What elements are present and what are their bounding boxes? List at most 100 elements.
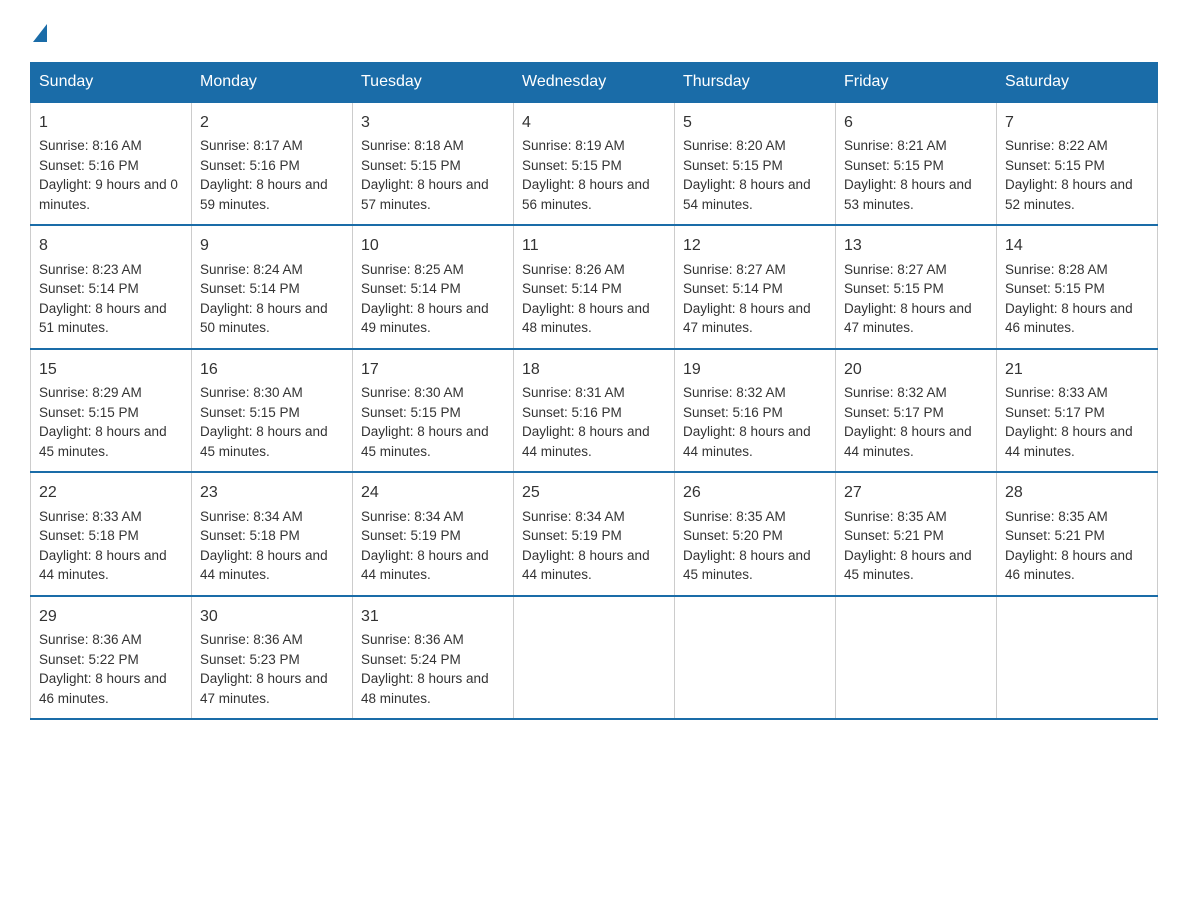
daylight-label: Daylight: 9 hours and 0 minutes. bbox=[39, 177, 178, 212]
day-number: 29 bbox=[39, 605, 183, 628]
day-number: 26 bbox=[683, 481, 827, 504]
sunset-label: Sunset: 5:15 PM bbox=[361, 158, 461, 173]
calendar-cell: 16Sunrise: 8:30 AMSunset: 5:15 PMDayligh… bbox=[192, 349, 353, 472]
daylight-label: Daylight: 8 hours and 46 minutes. bbox=[1005, 548, 1133, 583]
sunset-label: Sunset: 5:17 PM bbox=[1005, 405, 1105, 420]
sunset-label: Sunset: 5:15 PM bbox=[844, 281, 944, 296]
calendar-week-row: 8 Sunrise: 8:23 AM Sunset: 5:14 PM Daylight… bbox=[31, 225, 1158, 348]
sunset-label: Sunset: 5:16 PM bbox=[39, 158, 139, 173]
sunset-label: Sunset: 5:16 PM bbox=[200, 158, 300, 173]
calendar-cell: 28Sunrise: 8:35 AMSunset: 5:21 PMDayligh… bbox=[997, 472, 1158, 595]
page-header bbox=[30, 20, 1158, 42]
sunrise-label: Sunrise: 8:24 AM bbox=[200, 262, 303, 277]
calendar-cell: 27Sunrise: 8:35 AMSunset: 5:21 PMDayligh… bbox=[836, 472, 997, 595]
sunset-label: Sunset: 5:18 PM bbox=[200, 528, 300, 543]
sunrise-label: Sunrise: 8:18 AM bbox=[361, 138, 464, 153]
calendar-cell: 13Sunrise: 8:27 AMSunset: 5:15 PMDayligh… bbox=[836, 225, 997, 348]
daylight-label: Daylight: 8 hours and 49 minutes. bbox=[361, 301, 489, 336]
day-number: 12 bbox=[683, 234, 827, 257]
sunset-label: Sunset: 5:22 PM bbox=[39, 652, 139, 667]
day-number: 25 bbox=[522, 481, 666, 504]
sunset-label: Sunset: 5:18 PM bbox=[39, 528, 139, 543]
day-header-thursday: Thursday bbox=[675, 63, 836, 103]
daylight-label: Daylight: 8 hours and 47 minutes. bbox=[683, 301, 811, 336]
sunset-label: Sunset: 5:14 PM bbox=[200, 281, 300, 296]
daylight-label: Daylight: 8 hours and 44 minutes. bbox=[39, 548, 167, 583]
sunset-label: Sunset: 5:14 PM bbox=[522, 281, 622, 296]
daylight-label: Daylight: 8 hours and 44 minutes. bbox=[683, 424, 811, 459]
daylight-label: Daylight: 8 hours and 44 minutes. bbox=[522, 424, 650, 459]
sunrise-label: Sunrise: 8:32 AM bbox=[844, 385, 947, 400]
sunrise-label: Sunrise: 8:17 AM bbox=[200, 138, 303, 153]
calendar-cell: 30Sunrise: 8:36 AMSunset: 5:23 PMDayligh… bbox=[192, 596, 353, 719]
sunset-label: Sunset: 5:21 PM bbox=[844, 528, 944, 543]
day-number: 2 bbox=[200, 111, 344, 134]
day-number: 11 bbox=[522, 234, 666, 257]
sunset-label: Sunset: 5:23 PM bbox=[200, 652, 300, 667]
calendar-cell: 10Sunrise: 8:25 AMSunset: 5:14 PMDayligh… bbox=[353, 225, 514, 348]
daylight-label: Daylight: 8 hours and 54 minutes. bbox=[683, 177, 811, 212]
sunrise-label: Sunrise: 8:36 AM bbox=[200, 632, 303, 647]
daylight-label: Daylight: 8 hours and 50 minutes. bbox=[200, 301, 328, 336]
daylight-label: Daylight: 8 hours and 52 minutes. bbox=[1005, 177, 1133, 212]
calendar-cell: 12Sunrise: 8:27 AMSunset: 5:14 PMDayligh… bbox=[675, 225, 836, 348]
calendar-cell: 21Sunrise: 8:33 AMSunset: 5:17 PMDayligh… bbox=[997, 349, 1158, 472]
calendar-cell: 8 Sunrise: 8:23 AM Sunset: 5:14 PM Daylight… bbox=[31, 225, 192, 348]
calendar-cell bbox=[514, 596, 675, 719]
calendar-cell: 2 Sunrise: 8:17 AM Sunset: 5:16 PM Daylight… bbox=[192, 102, 353, 225]
daylight-label: Daylight: 8 hours and 45 minutes. bbox=[361, 424, 489, 459]
day-header-tuesday: Tuesday bbox=[353, 63, 514, 103]
sunset-label: Sunset: 5:15 PM bbox=[1005, 281, 1105, 296]
daylight-label: Daylight: 8 hours and 44 minutes. bbox=[200, 548, 328, 583]
day-number: 24 bbox=[361, 481, 505, 504]
calendar-cell: 24Sunrise: 8:34 AMSunset: 5:19 PMDayligh… bbox=[353, 472, 514, 595]
sunset-label: Sunset: 5:21 PM bbox=[1005, 528, 1105, 543]
sunrise-label: Sunrise: 8:21 AM bbox=[844, 138, 947, 153]
calendar-cell bbox=[997, 596, 1158, 719]
daylight-label: Daylight: 8 hours and 48 minutes. bbox=[522, 301, 650, 336]
sunset-label: Sunset: 5:24 PM bbox=[361, 652, 461, 667]
sunrise-label: Sunrise: 8:36 AM bbox=[39, 632, 142, 647]
sunrise-label: Sunrise: 8:19 AM bbox=[522, 138, 625, 153]
calendar-cell: 22Sunrise: 8:33 AMSunset: 5:18 PMDayligh… bbox=[31, 472, 192, 595]
sunset-label: Sunset: 5:15 PM bbox=[1005, 158, 1105, 173]
sunset-label: Sunset: 5:14 PM bbox=[39, 281, 139, 296]
sunrise-label: Sunrise: 8:29 AM bbox=[39, 385, 142, 400]
calendar-cell: 29Sunrise: 8:36 AMSunset: 5:22 PMDayligh… bbox=[31, 596, 192, 719]
sunrise-label: Sunrise: 8:34 AM bbox=[522, 509, 625, 524]
daylight-label: Daylight: 8 hours and 56 minutes. bbox=[522, 177, 650, 212]
sunrise-label: Sunrise: 8:34 AM bbox=[200, 509, 303, 524]
day-number: 5 bbox=[683, 111, 827, 134]
sunrise-label: Sunrise: 8:23 AM bbox=[39, 262, 142, 277]
daylight-label: Daylight: 8 hours and 59 minutes. bbox=[200, 177, 328, 212]
calendar-cell bbox=[675, 596, 836, 719]
sunset-label: Sunset: 5:14 PM bbox=[683, 281, 783, 296]
calendar-cell: 6Sunrise: 8:21 AMSunset: 5:15 PMDaylight… bbox=[836, 102, 997, 225]
sunrise-label: Sunrise: 8:26 AM bbox=[522, 262, 625, 277]
calendar-cell: 31Sunrise: 8:36 AMSunset: 5:24 PMDayligh… bbox=[353, 596, 514, 719]
daylight-label: Daylight: 8 hours and 48 minutes. bbox=[361, 671, 489, 706]
sunset-label: Sunset: 5:17 PM bbox=[844, 405, 944, 420]
daylight-label: Daylight: 8 hours and 45 minutes. bbox=[39, 424, 167, 459]
calendar-table: SundayMondayTuesdayWednesdayThursdayFrid… bbox=[30, 62, 1158, 720]
day-number: 16 bbox=[200, 358, 344, 381]
sunset-label: Sunset: 5:14 PM bbox=[361, 281, 461, 296]
sunset-label: Sunset: 5:15 PM bbox=[39, 405, 139, 420]
day-number: 27 bbox=[844, 481, 988, 504]
sunset-label: Sunset: 5:16 PM bbox=[683, 405, 783, 420]
daylight-label: Daylight: 8 hours and 44 minutes. bbox=[844, 424, 972, 459]
day-header-friday: Friday bbox=[836, 63, 997, 103]
calendar-cell: 25Sunrise: 8:34 AMSunset: 5:19 PMDayligh… bbox=[514, 472, 675, 595]
calendar-week-row: 1Sunrise: 8:16 AMSunset: 5:16 PMDaylight… bbox=[31, 102, 1158, 225]
day-number: 8 bbox=[39, 234, 183, 257]
daylight-label: Daylight: 8 hours and 47 minutes. bbox=[200, 671, 328, 706]
day-number: 6 bbox=[844, 111, 988, 134]
logo bbox=[30, 20, 47, 42]
calendar-cell: 5Sunrise: 8:20 AMSunset: 5:15 PMDaylight… bbox=[675, 102, 836, 225]
logo-arrow-icon bbox=[33, 24, 47, 42]
day-number: 19 bbox=[683, 358, 827, 381]
daylight-label: Daylight: 8 hours and 47 minutes. bbox=[844, 301, 972, 336]
day-number: 3 bbox=[361, 111, 505, 134]
daylight-label: Daylight: 8 hours and 51 minutes. bbox=[39, 301, 167, 336]
day-number: 1 bbox=[39, 111, 183, 134]
